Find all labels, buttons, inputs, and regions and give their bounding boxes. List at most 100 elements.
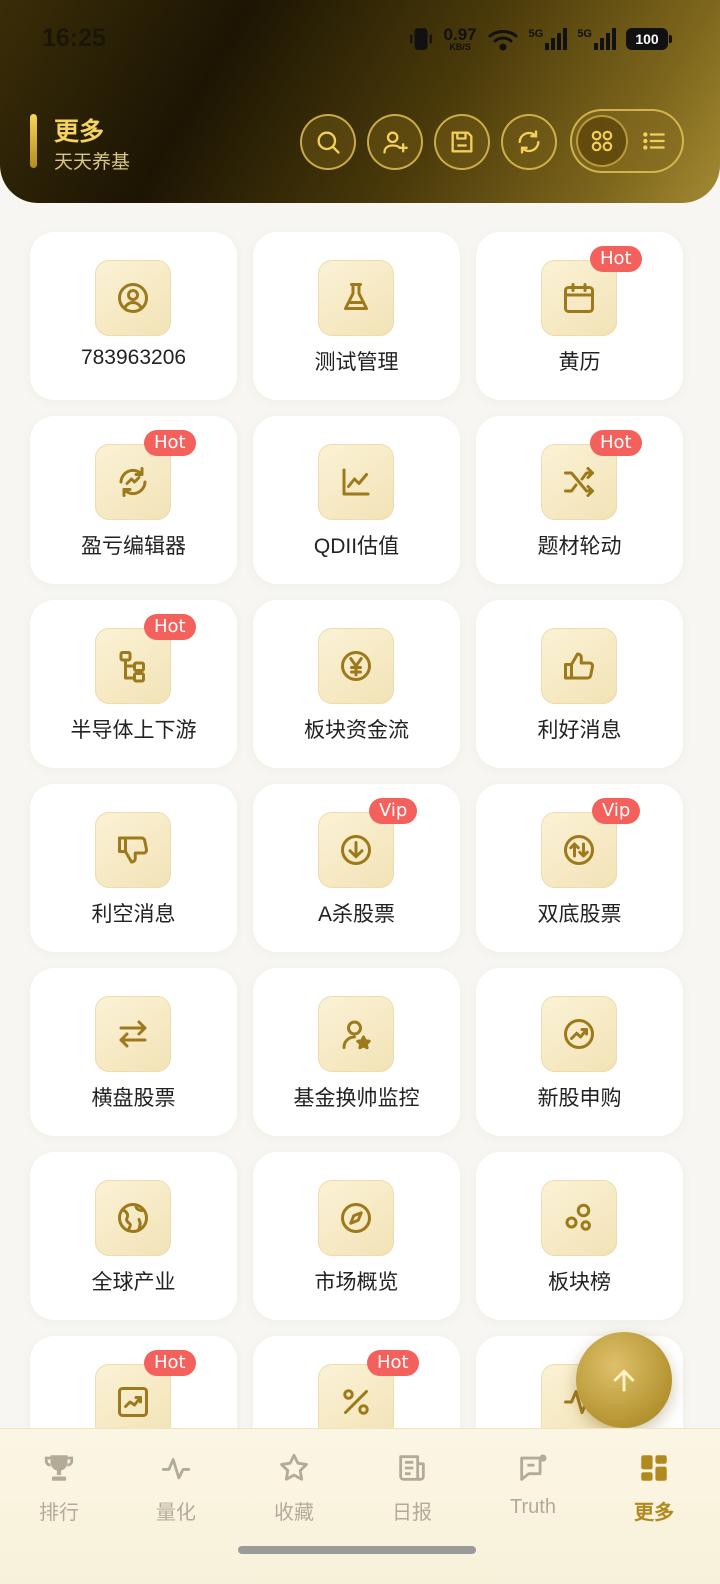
page-subtitle: 天天养基 [54, 152, 131, 173]
dashboard-icon [637, 1451, 671, 1490]
line-chart-icon [318, 444, 394, 520]
nav-label: Truth [510, 1496, 556, 1518]
card-label: QDII估值 [313, 535, 400, 558]
card-badge: Vip [592, 798, 641, 824]
bubbles-icon [541, 1180, 617, 1256]
card-label: 测试管理 [314, 351, 399, 374]
globe-icon [95, 1180, 171, 1256]
feature-card[interactable]: QDII估值 [253, 416, 460, 584]
feature-card[interactable]: 全球产业 [30, 1152, 237, 1320]
grid-view-button[interactable] [576, 115, 628, 167]
card-badge: Hot [144, 1350, 196, 1376]
feature-card[interactable]: Vip 双底股票 [476, 784, 683, 952]
user-star-icon [318, 996, 394, 1072]
save-icon [451, 131, 473, 153]
flask-icon [318, 260, 394, 336]
feature-card[interactable]: 基金换帅监控 [253, 968, 460, 1136]
feature-card[interactable]: Hot 题材轮动 [476, 416, 683, 584]
card-label: 板块榜 [548, 1271, 611, 1294]
card-badge: Hot [590, 430, 642, 456]
wifi-icon [487, 27, 519, 51]
feature-card[interactable]: 利好消息 [476, 600, 683, 768]
title-accent-bar [30, 114, 37, 168]
card-label: 783963206 [80, 346, 187, 369]
feature-card[interactable]: 783963206 [30, 232, 237, 400]
bottom-nav: 排行 量化 收藏 日报 Truth 更多 [0, 1428, 720, 1584]
signal-icon: 5G [529, 28, 568, 50]
card-label: 题材轮动 [537, 535, 622, 558]
arrows-left-right-icon [95, 996, 171, 1072]
add-user-button[interactable] [367, 114, 423, 170]
nav-label: 排行 [39, 1502, 79, 1524]
header: 16:25 0.97 KB/S 5G 5G 100 更多 天天养基 [0, 0, 720, 203]
card-label: 半导体上下游 [70, 719, 197, 742]
card-label: 市场概览 [314, 1271, 399, 1294]
trophy-icon [42, 1451, 76, 1490]
nav-item-0[interactable]: 排行 [4, 1451, 114, 1524]
card-label: 板块资金流 [304, 719, 409, 742]
card-label: 盈亏编辑器 [81, 535, 186, 558]
feature-card[interactable]: Hot 黄历 [476, 232, 683, 400]
star-icon [277, 1451, 311, 1490]
status-icons: 0.97 KB/S 5G 5G 100 [408, 24, 672, 54]
view-toggle [570, 109, 684, 173]
feature-card[interactable]: 板块榜 [476, 1152, 683, 1320]
feature-card[interactable]: Hot 盈亏编辑器 [30, 416, 237, 584]
nav-label: 量化 [156, 1502, 196, 1524]
home-indicator[interactable] [238, 1546, 476, 1554]
card-label: 双底股票 [537, 903, 622, 926]
nav-item-2[interactable]: 收藏 [239, 1451, 349, 1524]
card-badge: Hot [590, 246, 642, 272]
yen-icon [318, 628, 394, 704]
feature-card[interactable]: 市场概览 [253, 1152, 460, 1320]
refresh-button[interactable] [501, 114, 557, 170]
save-button[interactable] [434, 114, 490, 170]
search-button[interactable] [300, 114, 356, 170]
feature-card[interactable]: 测试管理 [253, 232, 460, 400]
feature-card[interactable]: 横盘股票 [30, 968, 237, 1136]
card-label: 黄历 [558, 351, 601, 374]
user-plus-icon [383, 131, 408, 154]
pulse-icon [159, 1451, 193, 1490]
arrow-up-icon [613, 1369, 635, 1392]
card-badge: Hot [367, 1350, 419, 1376]
feature-card[interactable]: 板块资金流 [253, 600, 460, 768]
vibrate-icon [408, 26, 434, 52]
feature-card[interactable]: Vip A杀股票 [253, 784, 460, 952]
nav-label: 更多 [634, 1502, 674, 1524]
card-badge: Hot [144, 430, 196, 456]
trend-circle-icon [541, 996, 617, 1072]
nav-item-1[interactable]: 量化 [121, 1451, 231, 1524]
list-view-button[interactable] [628, 115, 680, 167]
card-label: A杀股票 [317, 903, 395, 926]
refresh-icon [518, 130, 540, 154]
network-speed: 0.97 KB/S [443, 25, 477, 52]
compass-icon [318, 1180, 394, 1256]
card-label: 基金换帅监控 [293, 1087, 420, 1110]
grid-icon [591, 130, 613, 152]
user-circle-icon [95, 260, 171, 336]
nav-item-3[interactable]: 日报 [357, 1451, 467, 1524]
card-label: 横盘股票 [91, 1087, 176, 1110]
nav-item-4[interactable]: Truth [478, 1451, 588, 1521]
page-title: 更多 [54, 118, 105, 146]
chat-icon [516, 1451, 550, 1490]
nav-label: 收藏 [274, 1502, 314, 1524]
signal-icon-2: 5G [577, 28, 616, 50]
thumbs-up-icon [541, 628, 617, 704]
feature-card[interactable]: 利空消息 [30, 784, 237, 952]
feature-card[interactable]: Hot 半导体上下游 [30, 600, 237, 768]
card-badge: Vip [369, 798, 418, 824]
newspaper-icon [395, 1451, 429, 1490]
list-icon [643, 132, 665, 150]
search-icon [317, 131, 340, 154]
status-time: 16:25 [42, 24, 106, 52]
thumbs-down-icon [95, 812, 171, 888]
card-label: 利好消息 [537, 719, 622, 742]
nav-item-5[interactable]: 更多 [599, 1451, 709, 1524]
scroll-top-button[interactable] [576, 1332, 672, 1428]
feature-card[interactable]: 新股申购 [476, 968, 683, 1136]
status-bar: 16:25 0.97 KB/S 5G 5G 100 [0, 0, 720, 80]
nav-label: 日报 [392, 1502, 432, 1524]
card-label: 利空消息 [91, 903, 176, 926]
